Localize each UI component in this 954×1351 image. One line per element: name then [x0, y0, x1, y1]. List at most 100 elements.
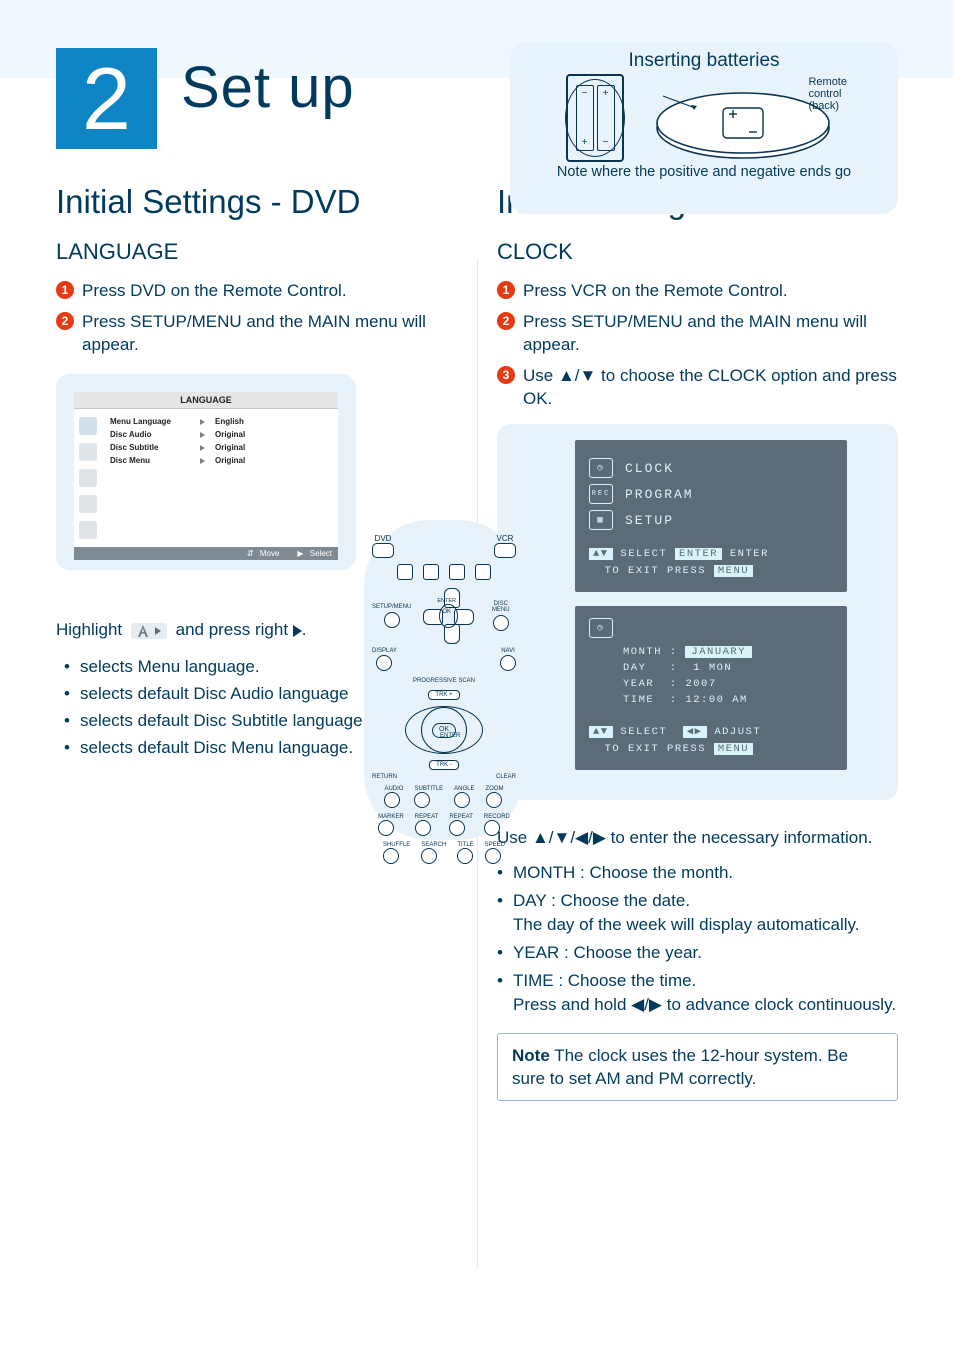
bullet-item: YEAR : Choose the year.	[497, 941, 898, 965]
remote-trk-plus: TRK +	[428, 690, 459, 700]
vcr-sub-bullets: MONTH : Choose the month. DAY : Choose t…	[497, 861, 898, 1017]
remote-trk-minus: TRK -	[429, 760, 459, 770]
language-osd-footer: ⇵ Move ▶ Select	[74, 547, 338, 560]
text: 2007	[685, 678, 716, 690]
remote-navi-label: NAVI	[500, 648, 516, 654]
remote-setup-button	[384, 612, 400, 628]
text: ENTER	[730, 548, 769, 560]
remote-dpad: OK ENTER	[421, 586, 475, 646]
remote-round-button	[484, 820, 500, 836]
remote-small-button	[423, 564, 439, 580]
bullet-item: DAY : Choose the date. The day of the we…	[497, 889, 898, 937]
remote-back-label-line: control	[808, 88, 841, 100]
rc-label: MARKER	[378, 814, 404, 820]
remote-back-illustration: Remote control (back)	[653, 78, 843, 158]
vcr-osd-footer: ▲▼ SELECT ◀▶ ADJUST TO EXIT PRESS MENU	[589, 724, 833, 758]
clock-values: MONTH : JANUARY DAY : 1 MON YEAR : 2007 …	[623, 644, 833, 708]
note-text: The clock uses the 12-hour system. Be su…	[512, 1046, 848, 1088]
remote-round-button	[414, 792, 430, 808]
rc-label: AUDIO	[384, 786, 403, 792]
vcr-osd-clock-panel: ◷ MONTH : JANUARY DAY : 1 MON YEAR : 200…	[575, 606, 847, 770]
remote-return-label: RETURN	[372, 774, 397, 780]
dvd-step-1: 1Press DVD on the Remote Control.	[56, 279, 457, 302]
step-number-badge: 2	[56, 48, 157, 149]
text: and press right	[176, 620, 293, 639]
text: TO EXIT PRESS	[605, 743, 706, 755]
remote-display-button	[376, 655, 392, 671]
vcr-use-text: Use ▲/▼/◀/▶ to enter the necessary infor…	[497, 826, 898, 849]
dvd-step-text: Press SETUP/MENU and the MAIN menu will …	[82, 310, 457, 356]
remote-round-button	[454, 792, 470, 808]
remote-enter-label: ENTER	[437, 598, 456, 604]
step-badge-1: 1	[56, 281, 74, 299]
remote-small-button	[397, 564, 413, 580]
remote-round-button	[383, 848, 399, 864]
page-header: 2 Set up Inserting batteries −+ +− Remot…	[56, 48, 898, 149]
rc-label: ANGLE	[454, 786, 474, 792]
text: DAY	[623, 662, 646, 674]
bullet-item: TIME : Choose the time. Press and hold ◀…	[497, 969, 898, 1017]
text: MENU	[714, 565, 753, 577]
text: SELECT	[620, 726, 667, 738]
page-title: Set up	[181, 54, 355, 121]
text: MENU	[714, 743, 753, 755]
osd-row-label: Disc Menu	[110, 456, 190, 465]
osd-row-label: Disc Audio	[110, 430, 190, 439]
remote-ok-label: OK	[442, 609, 451, 615]
osd-side-icon	[79, 417, 97, 435]
chevron-right-icon	[200, 419, 205, 425]
remote-vcr-button	[494, 543, 516, 558]
remote-round-button	[457, 848, 473, 864]
osd-foot-select: Select	[306, 549, 332, 558]
vcr-osd-wrap: ◷CLOCK RECPROGRAM ▦SETUP ▲▼ SELECT ENTER…	[497, 424, 898, 800]
clock-icon: ◷	[589, 618, 613, 638]
vcr-step-3: 3 Use ▲/▼ to choose the CLOCK option and …	[497, 364, 898, 410]
remote-dvd-button	[372, 543, 394, 558]
remote-setupmenu-label: SETUP/MENU	[372, 604, 411, 610]
rc-label: SHUFFLE	[383, 842, 410, 848]
osd-menu-item: CLOCK	[625, 461, 674, 476]
chevron-right-icon	[200, 458, 205, 464]
vcr-subheading: CLOCK	[497, 239, 898, 265]
text: TIME	[623, 694, 654, 706]
rc-label: TITLE	[457, 842, 473, 848]
remote-back-label-line: Remote	[808, 76, 847, 88]
remote-enter-label: ENTER	[440, 733, 460, 739]
text: ENTER	[675, 548, 722, 560]
text: YEAR	[623, 678, 654, 690]
remote-control-illustration: DVD VCR SETUP/MENU OK ENTER DISC MENU DI…	[354, 520, 534, 850]
vcr-osd-footer: ▲▼ SELECT ENTER ENTER TO EXIT PRESS MENU	[589, 546, 833, 580]
remote-round-button	[449, 820, 465, 836]
text: TO EXIT PRESS	[605, 565, 706, 577]
language-osd-panel: LANGUAGE Menu LanguageEnglish	[56, 374, 356, 570]
remote-round-button	[415, 820, 431, 836]
remote-round-button	[421, 848, 437, 864]
dvd-heading: Initial Settings - DVD	[56, 183, 457, 221]
text: SELECT	[620, 548, 667, 560]
text: ADJUST	[714, 726, 761, 738]
osd-row-value: Original	[215, 430, 245, 439]
rc-label: REPEAT	[449, 814, 473, 820]
remote-discmenu-button	[493, 615, 509, 631]
step-badge-3: 3	[497, 366, 515, 384]
remote-jog-ring: OK ENTER	[405, 706, 483, 754]
language-icon-chip	[131, 623, 167, 639]
chevron-right-icon	[200, 432, 205, 438]
osd-foot-move: Move	[256, 549, 280, 558]
osd-row-value: English	[215, 417, 244, 426]
remote-back-label-line: (back)	[808, 100, 839, 112]
remote-discmenu-label: DISC MENU	[486, 601, 516, 613]
remote-clear-label: CLEAR	[496, 774, 516, 780]
rec-icon: REC	[589, 484, 613, 504]
remote-navi-button	[500, 655, 516, 671]
text: 1 MON	[693, 662, 732, 674]
note-bold: Note	[512, 1046, 550, 1065]
vcr-step-text: Use ▲/▼ to choose the CLOCK option and p…	[523, 364, 898, 410]
remote-round-button	[384, 792, 400, 808]
language-osd-sidebar	[74, 409, 102, 547]
vcr-step-text: Press VCR on the Remote Control.	[523, 279, 788, 302]
text: JANUARY	[685, 646, 752, 658]
osd-side-icon	[79, 521, 97, 539]
vcr-step-2: 2Press SETUP/MENU and the MAIN menu will…	[497, 310, 898, 356]
battery-cell: +−	[597, 85, 615, 151]
